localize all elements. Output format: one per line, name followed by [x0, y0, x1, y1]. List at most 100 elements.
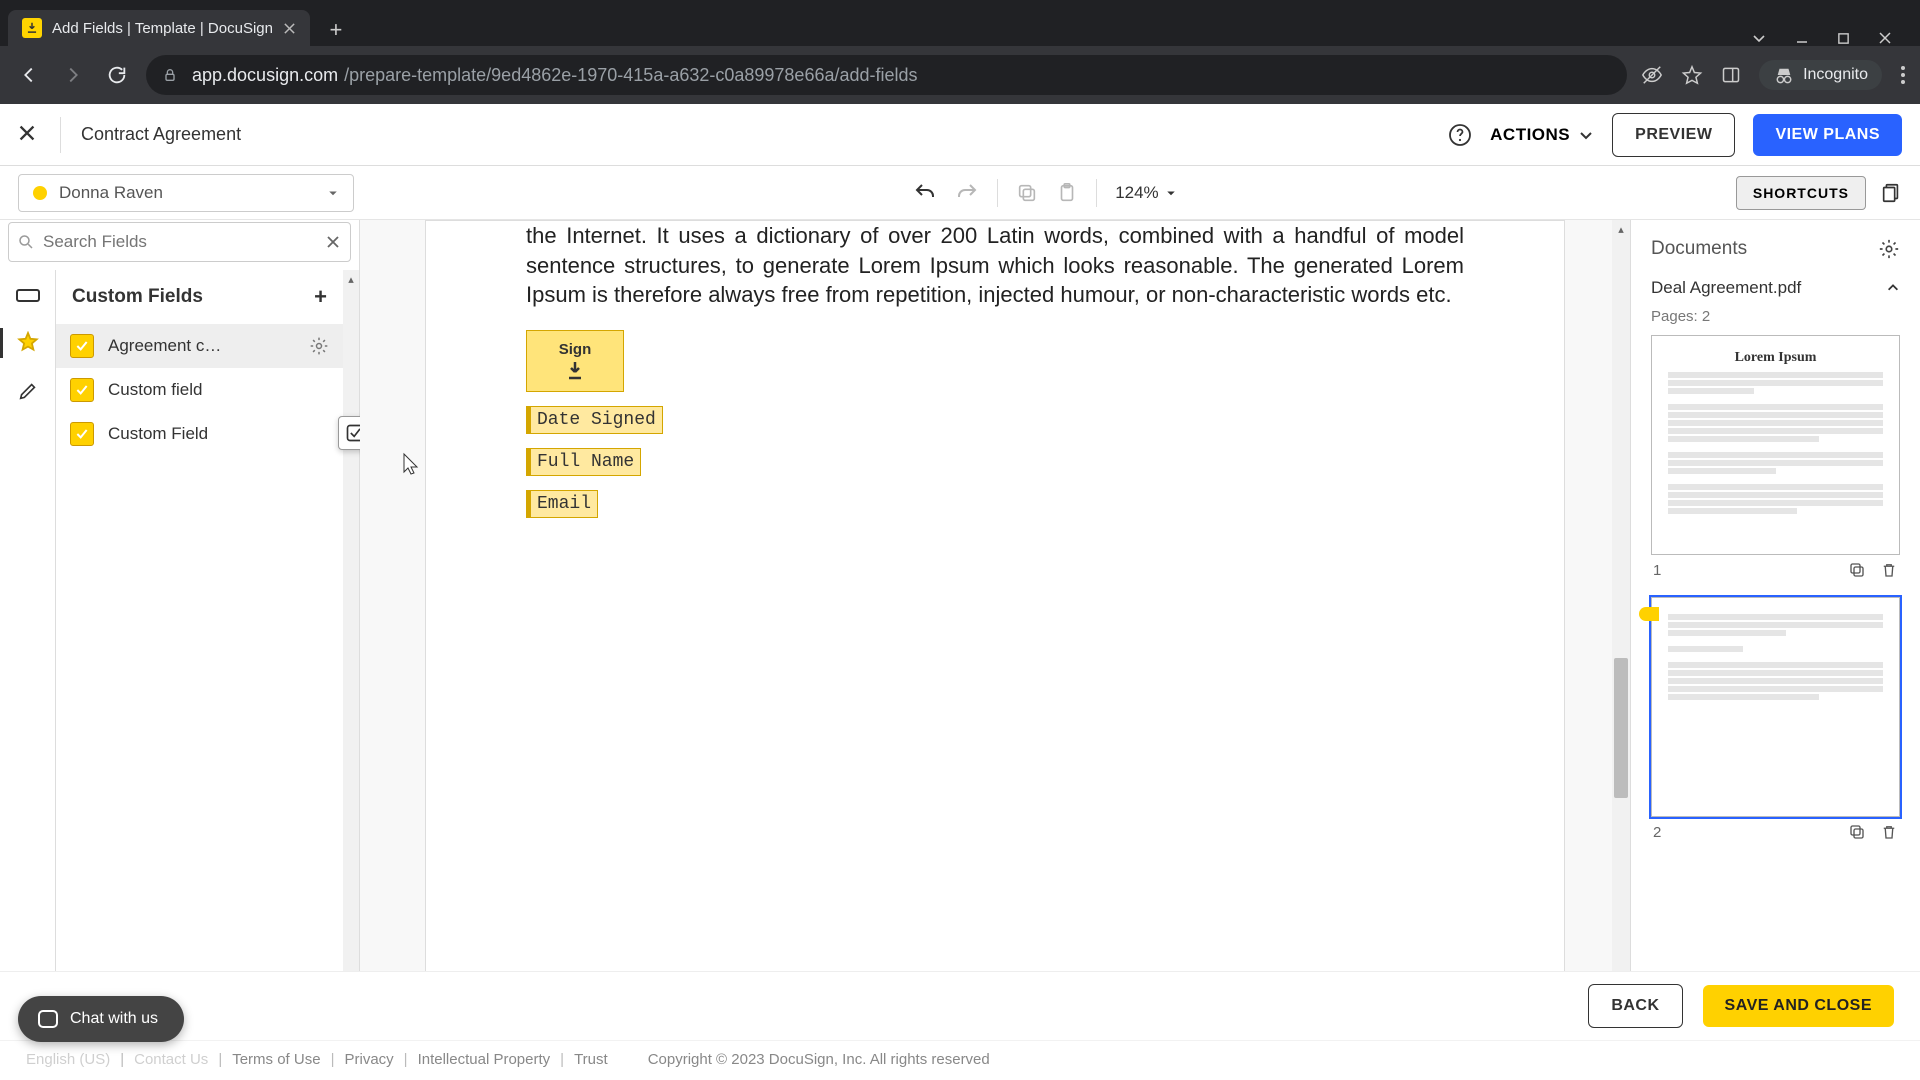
page-number: 1 [1653, 562, 1661, 579]
recipient-color-dot [33, 186, 47, 200]
new-tab-button[interactable]: + [320, 14, 352, 46]
docusign-favicon [22, 18, 42, 38]
full-name-field[interactable]: Full Name [526, 448, 641, 476]
footer-links: English (US)| Contact Us| Terms of Use| … [0, 1040, 1920, 1080]
browser-tab-bar: Add Fields | Template | DocuSign + [0, 0, 1920, 46]
undo-icon[interactable] [913, 181, 937, 205]
back-nav-icon[interactable] [14, 60, 44, 90]
actions-label: ACTIONS [1490, 125, 1570, 145]
documents-panel-icon[interactable] [1880, 182, 1902, 204]
lock-icon [162, 67, 178, 83]
clear-search-icon[interactable] [326, 235, 340, 249]
minimize-window-icon[interactable] [1795, 31, 1809, 45]
maximize-window-icon[interactable] [1837, 32, 1850, 45]
search-fields-input-wrapper [8, 222, 351, 262]
incognito-label: Incognito [1803, 66, 1868, 84]
checkbox-icon [70, 422, 94, 446]
duplicate-page-icon[interactable] [1848, 823, 1866, 841]
kebab-menu-icon[interactable] [1900, 65, 1906, 85]
footer-link[interactable]: Intellectual Property [418, 1051, 551, 1068]
save-and-close-button[interactable]: SAVE AND CLOSE [1703, 985, 1894, 1027]
checkbox-icon [70, 334, 94, 358]
thumb-title: Lorem Ipsum [1668, 350, 1883, 366]
help-icon[interactable] [1448, 123, 1472, 147]
field-label: Custom field [108, 380, 202, 400]
redo-icon [955, 181, 979, 205]
recipient-dropdown[interactable]: Donna Raven [18, 174, 354, 212]
toolbar-separator [997, 179, 998, 207]
document-canvas[interactable]: the Internet. It uses a dictionary of ov… [360, 220, 1630, 1010]
close-tab-icon[interactable] [283, 22, 296, 35]
actions-dropdown[interactable]: ACTIONS [1490, 125, 1594, 145]
documents-panel: Documents Deal Agreement.pdf Pages: 2 Lo… [1630, 220, 1920, 1010]
footer-action-row: BACK SAVE AND CLOSE [0, 971, 1920, 1040]
custom-field-item[interactable]: Custom field [56, 368, 343, 412]
chevron-down-icon [1578, 127, 1594, 143]
palette-rail [0, 270, 56, 1010]
page-thumbnail[interactable]: Lorem Ipsum 1 [1651, 335, 1900, 579]
search-fields-input[interactable] [35, 232, 326, 252]
signature-field[interactable]: Sign [526, 330, 624, 392]
chevron-up-icon [1886, 281, 1900, 295]
panel-icon[interactable] [1721, 65, 1741, 85]
footer-link[interactable]: Terms of Use [232, 1051, 320, 1068]
scroll-up-icon[interactable]: ▴ [343, 270, 359, 288]
document-file-row[interactable]: Deal Agreement.pdf [1645, 270, 1906, 306]
custom-field-item[interactable]: Agreement c… [56, 324, 343, 368]
page-thumbnail[interactable]: 2 [1651, 597, 1900, 841]
footer-link[interactable]: Contact Us [134, 1051, 208, 1068]
search-icon [17, 233, 35, 251]
documents-title: Documents [1651, 238, 1747, 260]
footer-link[interactable]: English (US) [26, 1051, 110, 1068]
shortcuts-button[interactable]: SHORTCUTS [1736, 176, 1866, 210]
app-header: Contract Agreement ACTIONS PREVIEW VIEW … [0, 104, 1920, 166]
preview-button[interactable]: PREVIEW [1612, 113, 1735, 157]
delete-page-icon[interactable] [1880, 561, 1898, 579]
email-field[interactable]: Email [526, 490, 598, 518]
back-button[interactable]: BACK [1588, 984, 1682, 1028]
url-host: app.docusign.com [192, 65, 338, 86]
eye-blocked-icon[interactable] [1641, 64, 1663, 86]
custom-field-item[interactable]: Custom Field [56, 412, 343, 456]
star-bookmark-icon[interactable] [1681, 64, 1703, 86]
prefill-tools-tab-icon[interactable] [14, 380, 42, 402]
footer-link[interactable]: Privacy [344, 1051, 393, 1068]
reload-nav-icon[interactable] [102, 60, 132, 90]
page-number: 2 [1653, 824, 1661, 841]
document-page[interactable]: the Internet. It uses a dictionary of ov… [425, 220, 1565, 1019]
view-plans-button[interactable]: VIEW PLANS [1753, 114, 1902, 156]
standard-fields-tab-icon[interactable] [14, 284, 42, 306]
chat-widget[interactable]: Chat with us [18, 996, 184, 1042]
date-signed-field[interactable]: Date Signed [526, 406, 663, 434]
sidebar-scrollbar[interactable]: ▴ ▾ [343, 270, 359, 1010]
close-window-icon[interactable] [1878, 31, 1892, 45]
custom-fields-tab-icon[interactable] [14, 332, 42, 354]
pages-count: Pages: 2 [1645, 306, 1906, 335]
copy-icon [1016, 182, 1038, 204]
tabs-dropdown-icon[interactable] [1751, 30, 1767, 46]
zoom-dropdown[interactable]: 124% [1115, 183, 1176, 203]
add-custom-field-icon[interactable]: + [314, 284, 327, 310]
footer-link[interactable]: Trust [574, 1051, 608, 1068]
scroll-thumb[interactable] [1614, 658, 1628, 798]
gear-icon[interactable] [1878, 238, 1900, 260]
canvas-vertical-scrollbar[interactable]: ▴ ▾ [1612, 220, 1630, 990]
incognito-indicator[interactable]: Incognito [1759, 60, 1882, 90]
url-path: /prepare-template/9ed4862e-1970-415a-a63… [344, 65, 917, 86]
checkbox-icon [70, 378, 94, 402]
address-bar[interactable]: app.docusign.com/prepare-template/9ed486… [146, 55, 1627, 95]
browser-tab[interactable]: Add Fields | Template | DocuSign [8, 10, 310, 46]
field-label: Agreement c… [108, 336, 221, 356]
sign-label: Sign [559, 341, 592, 358]
incognito-icon [1773, 66, 1795, 84]
browser-nav-bar: app.docusign.com/prepare-template/9ed486… [0, 46, 1920, 104]
fields-sidebar: Custom Fields + Agreement c… Custom fiel… [0, 220, 360, 1010]
close-editor-icon[interactable] [18, 124, 40, 146]
gear-icon[interactable] [309, 336, 329, 356]
chevron-down-icon [327, 187, 339, 199]
chevron-down-icon [1165, 187, 1177, 199]
scroll-up-icon[interactable]: ▴ [1612, 220, 1630, 238]
recipient-name: Donna Raven [59, 183, 163, 203]
duplicate-page-icon[interactable] [1848, 561, 1866, 579]
delete-page-icon[interactable] [1880, 823, 1898, 841]
